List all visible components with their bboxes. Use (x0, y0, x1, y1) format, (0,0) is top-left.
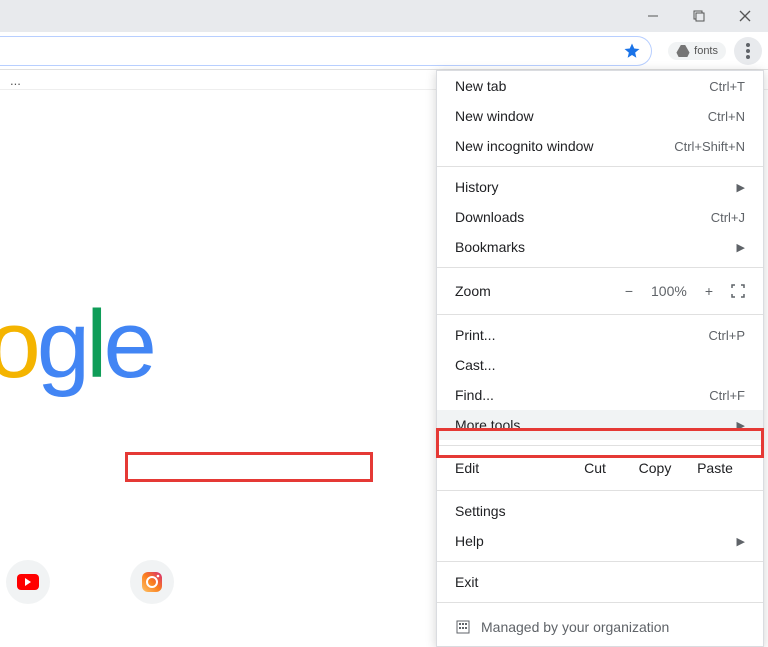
zoom-in-button[interactable]: + (705, 283, 713, 299)
menu-new-window[interactable]: New windowCtrl+N (437, 101, 763, 131)
menu-new-tab[interactable]: New tabCtrl+T (437, 71, 763, 101)
chrome-menu-button[interactable] (734, 37, 762, 65)
menu-print[interactable]: Print...Ctrl+P (437, 320, 763, 350)
minimize-button[interactable] (630, 0, 676, 32)
extension-label: fonts (694, 45, 718, 57)
menu-downloads[interactable]: DownloadsCtrl+J (437, 202, 763, 232)
instagram-icon (140, 570, 164, 594)
menu-incognito[interactable]: New incognito windowCtrl+Shift+N (437, 131, 763, 161)
menu-edit-row: Edit Cut Copy Paste (437, 451, 763, 485)
shortcut-instagram[interactable] (130, 560, 174, 604)
menu-exit[interactable]: Exit (437, 567, 763, 597)
menu-bookmarks[interactable]: Bookmarks▶ (437, 232, 763, 262)
address-bar[interactable] (0, 36, 652, 66)
close-button[interactable] (722, 0, 768, 32)
shortcut-youtube[interactable] (6, 560, 50, 604)
menu-managed[interactable]: Managed by your organization (437, 608, 763, 646)
menu-more-tools[interactable]: More tools▶ (437, 410, 763, 440)
extension-pill[interactable]: fonts (668, 42, 726, 60)
window-titlebar (0, 0, 768, 32)
browser-toolbar: fonts (0, 32, 768, 70)
edit-copy-button[interactable]: Copy (625, 460, 685, 476)
drive-icon (676, 45, 690, 57)
edit-paste-button[interactable]: Paste (685, 460, 745, 476)
zoom-out-button[interactable]: − (625, 283, 633, 299)
chrome-main-menu: New tabCtrl+T New windowCtrl+N New incog… (436, 70, 764, 647)
bookmark-star-icon[interactable] (623, 42, 641, 60)
edit-cut-button[interactable]: Cut (565, 460, 625, 476)
menu-cast[interactable]: Cast... (437, 350, 763, 380)
zoom-value: 100% (651, 283, 687, 299)
fullscreen-icon[interactable] (731, 284, 745, 298)
menu-help[interactable]: Help▶ (437, 526, 763, 556)
maximize-button[interactable] (676, 0, 722, 32)
menu-history[interactable]: History▶ (437, 172, 763, 202)
menu-find[interactable]: Find...Ctrl+F (437, 380, 763, 410)
menu-settings[interactable]: Settings (437, 496, 763, 526)
youtube-icon (17, 574, 39, 590)
building-icon (455, 619, 471, 635)
google-logo: oogle (0, 290, 153, 400)
menu-zoom: Zoom − 100% + (437, 273, 763, 309)
